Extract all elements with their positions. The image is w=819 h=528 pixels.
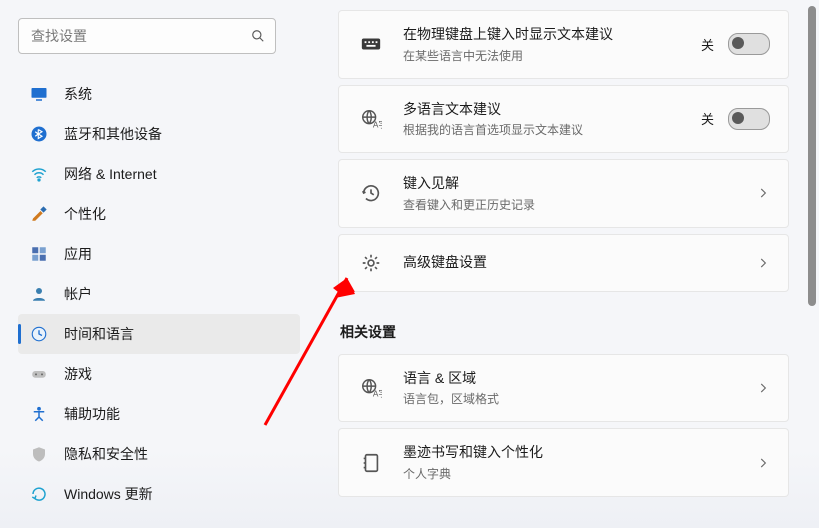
sidebar-item-5[interactable]: 帐户 bbox=[18, 274, 300, 314]
toggle-switch[interactable] bbox=[728, 108, 770, 130]
svg-text:A字: A字 bbox=[373, 388, 382, 398]
setting-card-2[interactable]: 键入见解查看键入和更正历史记录 bbox=[338, 159, 789, 228]
svg-text:A字: A字 bbox=[373, 119, 382, 129]
sidebar-item-label: 个性化 bbox=[64, 204, 106, 224]
grid-icon bbox=[28, 243, 50, 265]
sidebar-item-10[interactable]: Windows 更新 bbox=[18, 474, 300, 514]
chevron-right-icon bbox=[756, 456, 770, 470]
sidebar: 系统蓝牙和其他设备网络 & Internet 个性化应用帐户时间和语言游戏辅助功能… bbox=[18, 18, 300, 514]
sidebar-item-label: 辅助功能 bbox=[64, 404, 120, 424]
chevron-right-icon bbox=[756, 256, 770, 270]
sidebar-item-label: 帐户 bbox=[64, 284, 92, 304]
toggle-state-label: 关 bbox=[701, 35, 714, 54]
card-title: 墨迹书写和键入个性化 bbox=[403, 443, 756, 463]
sidebar-item-label: 时间和语言 bbox=[64, 324, 134, 344]
search-box[interactable] bbox=[18, 18, 276, 54]
accessibility-icon bbox=[28, 403, 50, 425]
globe-text-icon: A字 bbox=[357, 105, 385, 133]
toggle-switch[interactable] bbox=[728, 33, 770, 55]
card-subtitle: 根据我的语言首选项显示文本建议 bbox=[403, 121, 701, 138]
card-text: 高级键盘设置 bbox=[403, 253, 756, 273]
card-title: 高级键盘设置 bbox=[403, 253, 756, 273]
sidebar-item-label: 应用 bbox=[64, 244, 92, 264]
gear-icon bbox=[357, 249, 385, 277]
sidebar-item-0[interactable]: 系统 bbox=[18, 74, 300, 114]
card-subtitle: 个人字典 bbox=[403, 465, 756, 482]
search-input[interactable] bbox=[29, 27, 251, 45]
card-text: 在物理键盘上键入时显示文本建议在某些语言中无法使用 bbox=[403, 25, 701, 64]
wifi-icon bbox=[28, 163, 50, 185]
sidebar-item-3[interactable]: 个性化 bbox=[18, 194, 300, 234]
sidebar-item-label: 蓝牙和其他设备 bbox=[64, 124, 162, 144]
clock-lang-icon bbox=[28, 323, 50, 345]
related-card-0[interactable]: A字 语言 & 区域语言包，区域格式 bbox=[338, 354, 789, 423]
sidebar-item-label: 系统 bbox=[64, 84, 92, 104]
notebook-icon bbox=[357, 449, 385, 477]
setting-card-0: 在物理键盘上键入时显示文本建议在某些语言中无法使用关 bbox=[338, 10, 789, 79]
sidebar-item-label: 网络 & Internet bbox=[64, 164, 157, 184]
main-panel: 在物理键盘上键入时显示文本建议在某些语言中无法使用关A字多语言文本建议根据我的语… bbox=[320, 0, 819, 528]
sidebar-item-9[interactable]: 隐私和安全性 bbox=[18, 434, 300, 474]
shield-icon bbox=[28, 443, 50, 465]
sidebar-item-label: 隐私和安全性 bbox=[64, 444, 148, 464]
sidebar-item-7[interactable]: 游戏 bbox=[18, 354, 300, 394]
sidebar-item-2[interactable]: 网络 & Internet bbox=[18, 154, 300, 194]
card-title: 语言 & 区域 bbox=[403, 369, 756, 389]
card-subtitle: 在某些语言中无法使用 bbox=[403, 47, 701, 64]
keyboard-icon bbox=[357, 30, 385, 58]
card-text: 键入见解查看键入和更正历史记录 bbox=[403, 174, 756, 213]
related-settings-heading: 相关设置 bbox=[340, 322, 789, 342]
vertical-scrollbar[interactable] bbox=[807, 6, 817, 522]
setting-card-1: A字 多语言文本建议根据我的语言首选项显示文本建议关 bbox=[338, 85, 789, 154]
card-text: 语言 & 区域语言包，区域格式 bbox=[403, 369, 756, 408]
sidebar-item-label: 游戏 bbox=[64, 364, 92, 384]
card-title: 在物理键盘上键入时显示文本建议 bbox=[403, 25, 701, 45]
brush-icon bbox=[28, 203, 50, 225]
globe-text-icon: A字 bbox=[357, 374, 385, 402]
card-title: 键入见解 bbox=[403, 174, 756, 194]
related-card-1[interactable]: 墨迹书写和键入个性化个人字典 bbox=[338, 428, 789, 497]
search-icon bbox=[251, 29, 265, 43]
scrollbar-thumb[interactable] bbox=[808, 6, 816, 306]
sidebar-item-4[interactable]: 应用 bbox=[18, 234, 300, 274]
person-icon bbox=[28, 283, 50, 305]
gamepad-icon bbox=[28, 363, 50, 385]
card-text: 墨迹书写和键入个性化个人字典 bbox=[403, 443, 756, 482]
card-title: 多语言文本建议 bbox=[403, 100, 701, 120]
card-subtitle: 语言包，区域格式 bbox=[403, 390, 756, 407]
sidebar-item-1[interactable]: 蓝牙和其他设备 bbox=[18, 114, 300, 154]
bluetooth-icon bbox=[28, 123, 50, 145]
history-icon bbox=[357, 179, 385, 207]
nav-list: 系统蓝牙和其他设备网络 & Internet 个性化应用帐户时间和语言游戏辅助功能… bbox=[18, 74, 300, 514]
card-subtitle: 查看键入和更正历史记录 bbox=[403, 196, 756, 213]
toggle-state-label: 关 bbox=[701, 109, 714, 128]
chevron-right-icon bbox=[756, 186, 770, 200]
card-text: 多语言文本建议根据我的语言首选项显示文本建议 bbox=[403, 100, 701, 139]
sidebar-item-8[interactable]: 辅助功能 bbox=[18, 394, 300, 434]
update-icon bbox=[28, 483, 50, 505]
monitor-icon bbox=[28, 83, 50, 105]
chevron-right-icon bbox=[756, 381, 770, 395]
sidebar-item-label: Windows 更新 bbox=[64, 484, 153, 504]
sidebar-item-6[interactable]: 时间和语言 bbox=[18, 314, 300, 354]
setting-card-3[interactable]: 高级键盘设置 bbox=[338, 234, 789, 292]
